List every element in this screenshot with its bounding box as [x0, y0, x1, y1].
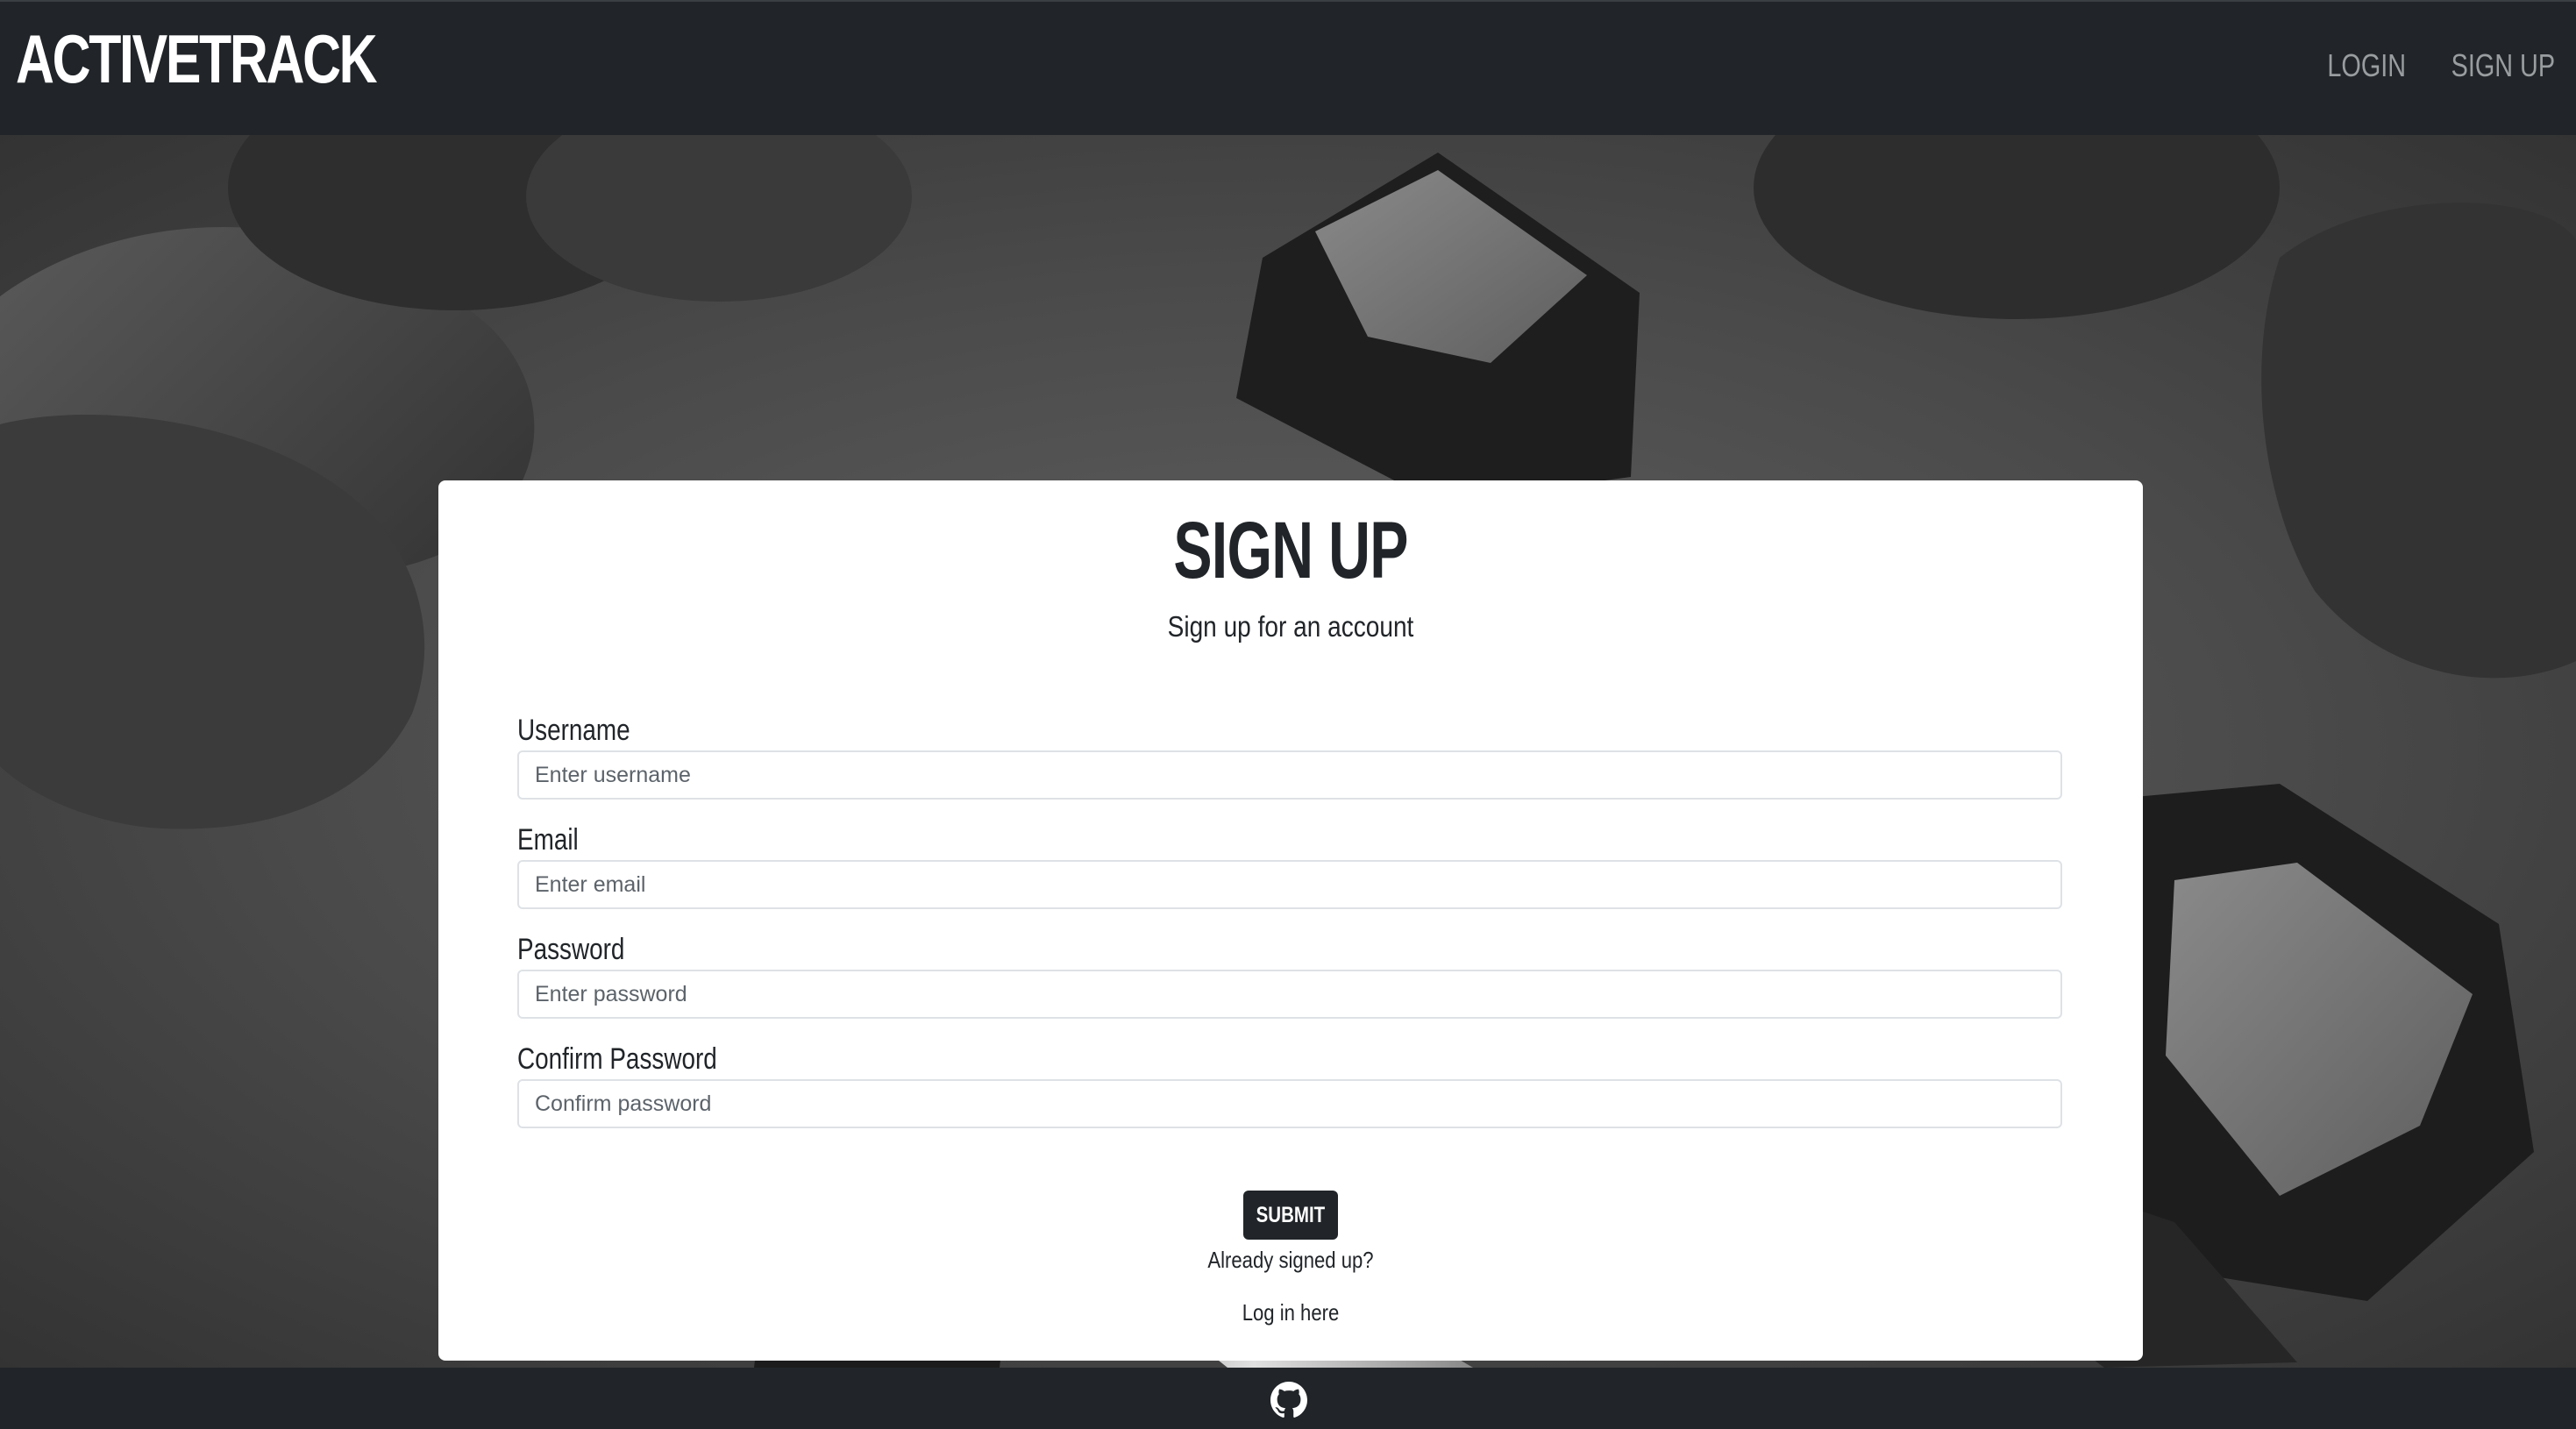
username-label: Username: [517, 714, 630, 747]
footer: [0, 1368, 2576, 1429]
email-input[interactable]: [517, 860, 2062, 909]
confirm-password-field-group: Confirm Password: [517, 1041, 2062, 1128]
hero-background: SIGN UP Sign up for an account Username …: [0, 135, 2576, 1368]
username-input[interactable]: [517, 750, 2062, 800]
password-input[interactable]: [517, 970, 2062, 1019]
login-here-link[interactable]: Log in here: [566, 1299, 2015, 1326]
submit-button[interactable]: SUBMIT: [1243, 1191, 1338, 1240]
signup-card: SIGN UP Sign up for an account Username …: [438, 480, 2143, 1361]
submit-button-label: SUBMIT: [1256, 1202, 1326, 1227]
email-field-group: Email: [517, 821, 2062, 909]
nav-signup-link[interactable]: SIGN UP: [2451, 47, 2555, 84]
brand-logo[interactable]: ACTIVETRACK: [16, 19, 378, 99]
username-field-group: Username: [517, 712, 2062, 800]
password-label: Password: [517, 933, 625, 966]
confirm-password-label: Confirm Password: [517, 1042, 717, 1076]
nav-login-link[interactable]: LOGIN: [2327, 47, 2406, 84]
confirm-password-input[interactable]: [517, 1079, 2062, 1128]
page-subtitle: Sign up for an account: [1167, 610, 1414, 643]
navbar: ACTIVETRACK LOGIN SIGN UP: [0, 0, 2576, 135]
nav-links: LOGIN SIGN UP: [2308, 47, 2555, 84]
password-field-group: Password: [517, 931, 2062, 1019]
page-title: SIGN UP: [1173, 506, 1408, 595]
github-icon[interactable]: [1270, 1382, 1307, 1418]
already-signed-up-text: Already signed up?: [1207, 1247, 1374, 1273]
email-label: Email: [517, 823, 579, 857]
